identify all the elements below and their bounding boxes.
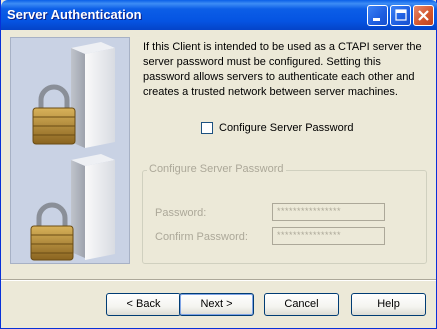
maximize-icon [395,9,407,21]
minimize-icon [373,18,380,21]
description-text: If this Client is intended to be used as… [143,41,422,98]
locked-servers-illustration [30,42,115,261]
password-label: Password: [155,207,207,219]
padlock-icon [30,202,74,261]
confirm-password-field[interactable]: **************** [272,227,385,245]
confirm-password-label: Confirm Password: [155,231,248,243]
window-title: Server Authentication [7,7,142,22]
help-button[interactable]: Help [351,293,426,316]
minimize-button[interactable] [367,5,388,26]
configure-server-password-label[interactable]: Configure Server Password [219,122,354,134]
server-icon [71,42,115,148]
title-bar[interactable]: Server Authentication [1,0,437,30]
close-button[interactable] [413,5,434,26]
server-icon [71,154,115,260]
configure-server-password-checkbox[interactable] [201,122,213,134]
close-icon [418,10,429,21]
group-legend: Configure Server Password [147,163,286,175]
server-authentication-dialog: Server Authentication If this Client is … [0,0,437,329]
padlock-icon [32,84,76,145]
back-button[interactable]: < Back [106,293,181,316]
maximize-button[interactable] [390,5,411,26]
next-button[interactable]: Next > [179,293,254,316]
divider-highlight [1,280,436,281]
cancel-button[interactable]: Cancel [264,293,339,316]
password-field[interactable]: **************** [272,203,385,221]
wizard-side-image [10,37,130,264]
